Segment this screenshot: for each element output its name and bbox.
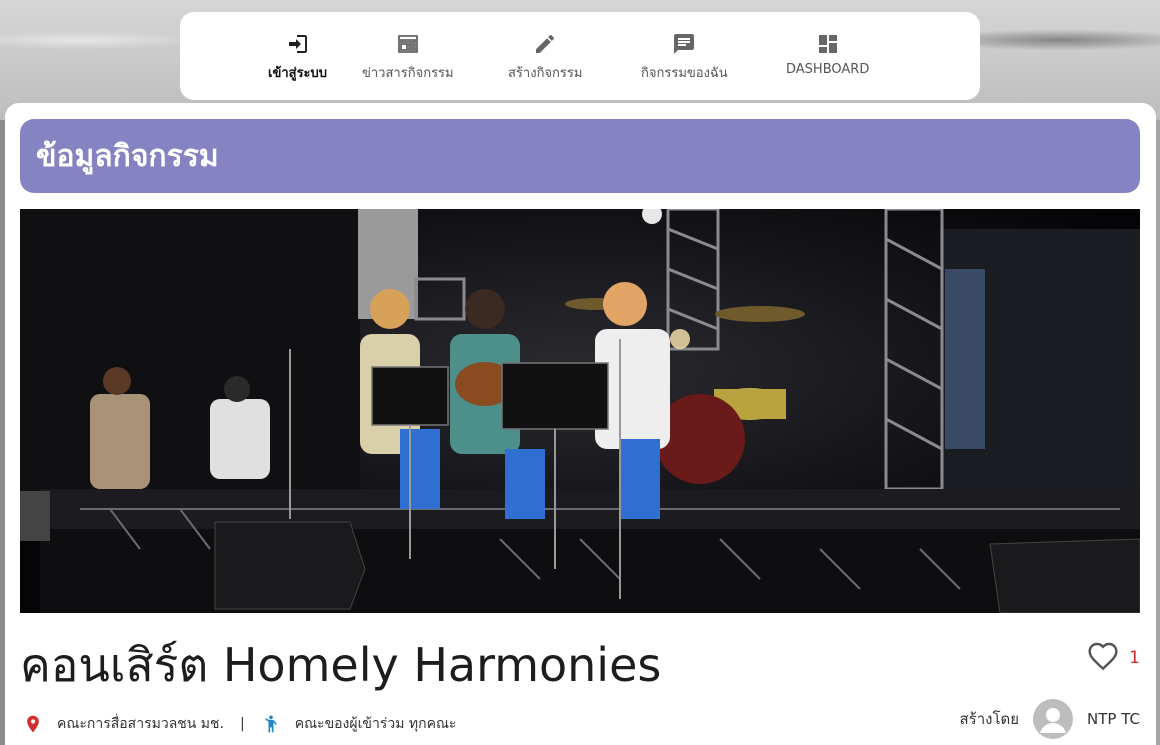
like-count: 1	[1129, 648, 1140, 668]
location-pin-icon	[23, 713, 43, 735]
section-title: ข้อมูลกิจกรรม	[36, 138, 219, 174]
message-icon	[672, 32, 696, 56]
login-icon	[286, 32, 310, 56]
avatar[interactable]	[1033, 699, 1074, 739]
creator-info: สร้างโดย NTP TC	[959, 699, 1140, 739]
nav-create[interactable]: สร้างกิจกรรม	[508, 32, 582, 83]
like-control[interactable]: 1	[1087, 641, 1140, 675]
nav-my-activities[interactable]: กิจกรรมของฉัน	[641, 32, 728, 83]
nav-login[interactable]: เข้าสู่ระบบ	[268, 32, 327, 83]
dashboard-icon	[816, 32, 840, 56]
meta-divider: |	[239, 716, 245, 732]
news-icon	[396, 32, 420, 56]
nav-news-label: ข่าวสารกิจกรรม	[362, 66, 454, 81]
event-image	[20, 209, 1140, 613]
nav-dashboard-label: DASHBOARD	[786, 62, 870, 77]
nav-news[interactable]: ข่าวสารกิจกรรม	[362, 32, 454, 83]
heart-icon[interactable]	[1087, 641, 1119, 675]
created-by-label: สร้างโดย	[959, 710, 1020, 728]
top-navigation: เข้าสู่ระบบ ข่าวสารกิจกรรม สร้างกิจกรรม …	[180, 12, 980, 100]
event-title: คอนเสิร์ต Homely Harmonies	[20, 638, 662, 692]
event-participants: คณะของผู้เข้าร่วม ทุกคณะ	[294, 716, 457, 732]
event-detail-card: ข้อมูลกิจกรรม คอนเสิร์ต Homely Harmonies…	[5, 103, 1156, 745]
nav-my-activities-label: กิจกรรมของฉัน	[641, 66, 728, 81]
nav-create-label: สร้างกิจกรรม	[508, 66, 583, 81]
section-header: ข้อมูลกิจกรรม	[20, 119, 1140, 193]
nav-login-label: เข้าสู่ระบบ	[268, 66, 328, 81]
creator-name[interactable]: NTP TC	[1087, 710, 1140, 728]
event-location: คณะการสื่อสารมวลชน มช.	[57, 716, 224, 732]
nav-dashboard[interactable]: DASHBOARD	[786, 32, 869, 77]
person-icon	[261, 713, 281, 735]
pencil-icon	[533, 32, 557, 56]
